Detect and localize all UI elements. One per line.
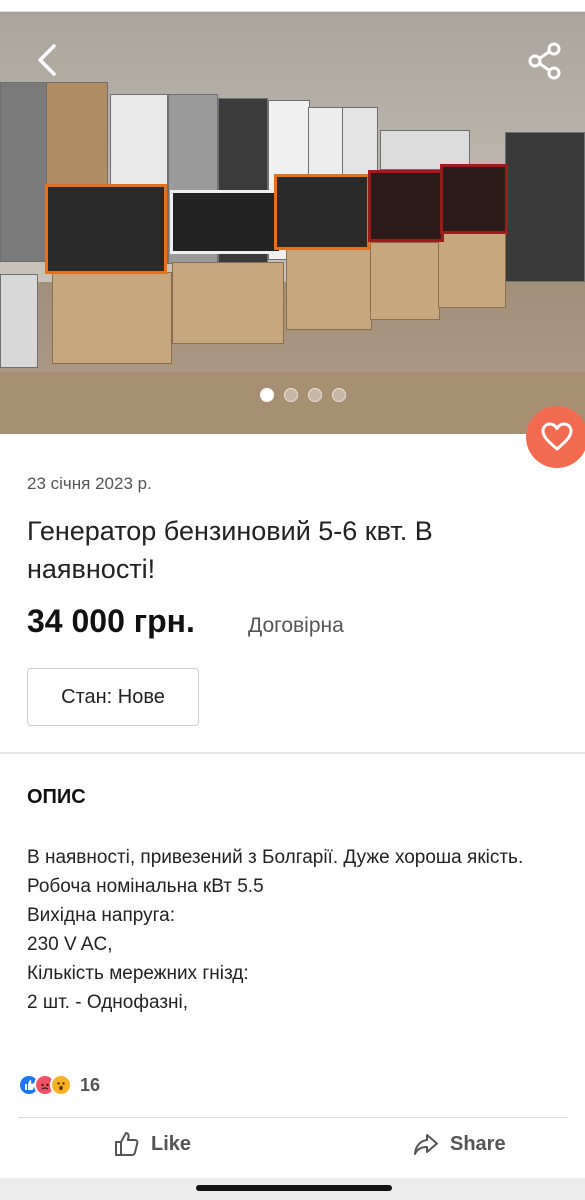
thumbs-up-icon xyxy=(115,1132,139,1156)
listing-date: 23 січня 2023 р. xyxy=(27,474,152,493)
gallery-dot[interactable] xyxy=(284,388,298,402)
like-label: Like xyxy=(151,1132,192,1155)
like-button[interactable]: Like xyxy=(113,1130,191,1158)
share-arrow-icon xyxy=(414,1134,438,1155)
description-line: 230 V AC, xyxy=(27,934,113,955)
photo-generator xyxy=(368,170,444,242)
photo-box xyxy=(172,262,284,344)
photo-fridge xyxy=(46,82,108,192)
back-icon xyxy=(38,44,56,76)
photo-generator xyxy=(440,164,508,234)
share-label: Share xyxy=(450,1132,506,1155)
description-line: Робоча номінальна кВт 5.5 xyxy=(27,876,264,897)
reactions-summary[interactable]: 16 xyxy=(18,1074,100,1096)
photo-box xyxy=(286,248,372,330)
description-line: Кількість мережних гнізд: xyxy=(27,963,249,984)
photo-generator xyxy=(274,174,370,250)
gallery-dot[interactable] xyxy=(260,388,274,402)
actions-divider xyxy=(18,1117,568,1118)
listing-title: Генератор бензиновий 5-6 квт. В наявност… xyxy=(27,516,433,584)
condition-tag[interactable]: Стан: Нове xyxy=(27,668,199,726)
home-indicator[interactable] xyxy=(196,1185,392,1191)
listing-price: 34 000 грн. xyxy=(27,603,195,639)
description-heading: ОПИС xyxy=(27,786,86,808)
photo-stove xyxy=(505,132,585,282)
share-button[interactable]: Share xyxy=(412,1130,506,1158)
photo-box xyxy=(52,272,172,364)
photo-box xyxy=(438,232,506,308)
share-network-icon xyxy=(528,42,561,80)
reaction-count: 16 xyxy=(80,1074,101,1095)
photo-generator xyxy=(170,190,282,254)
gallery-dot[interactable] xyxy=(332,388,346,402)
description-line: 2 шт. - Однофазні, xyxy=(27,992,189,1013)
share-listing-button[interactable] xyxy=(524,40,566,82)
description-text: В наявності, привезений з Болгарії. Дуже… xyxy=(27,843,567,1017)
heart-icon xyxy=(541,422,573,451)
wow-reaction-icon xyxy=(50,1074,72,1096)
photo-plank xyxy=(0,372,585,434)
photo-appliance xyxy=(0,274,38,368)
description-line: В наявності, привезений з Болгарії. Дуже… xyxy=(27,847,524,868)
listing-photo[interactable] xyxy=(0,12,585,434)
section-divider xyxy=(0,752,585,754)
photo-fridge xyxy=(0,82,48,262)
photo-box xyxy=(370,242,440,320)
gallery-dot[interactable] xyxy=(308,388,322,402)
photo-generator xyxy=(45,184,167,274)
back-button[interactable] xyxy=(28,40,68,80)
top-status-strip xyxy=(0,0,585,12)
negotiable-label: Договірна xyxy=(248,614,344,637)
favorite-button[interactable] xyxy=(526,406,585,468)
description-line: Вихідна напруга: xyxy=(27,905,175,926)
gallery-pagination xyxy=(260,388,346,402)
